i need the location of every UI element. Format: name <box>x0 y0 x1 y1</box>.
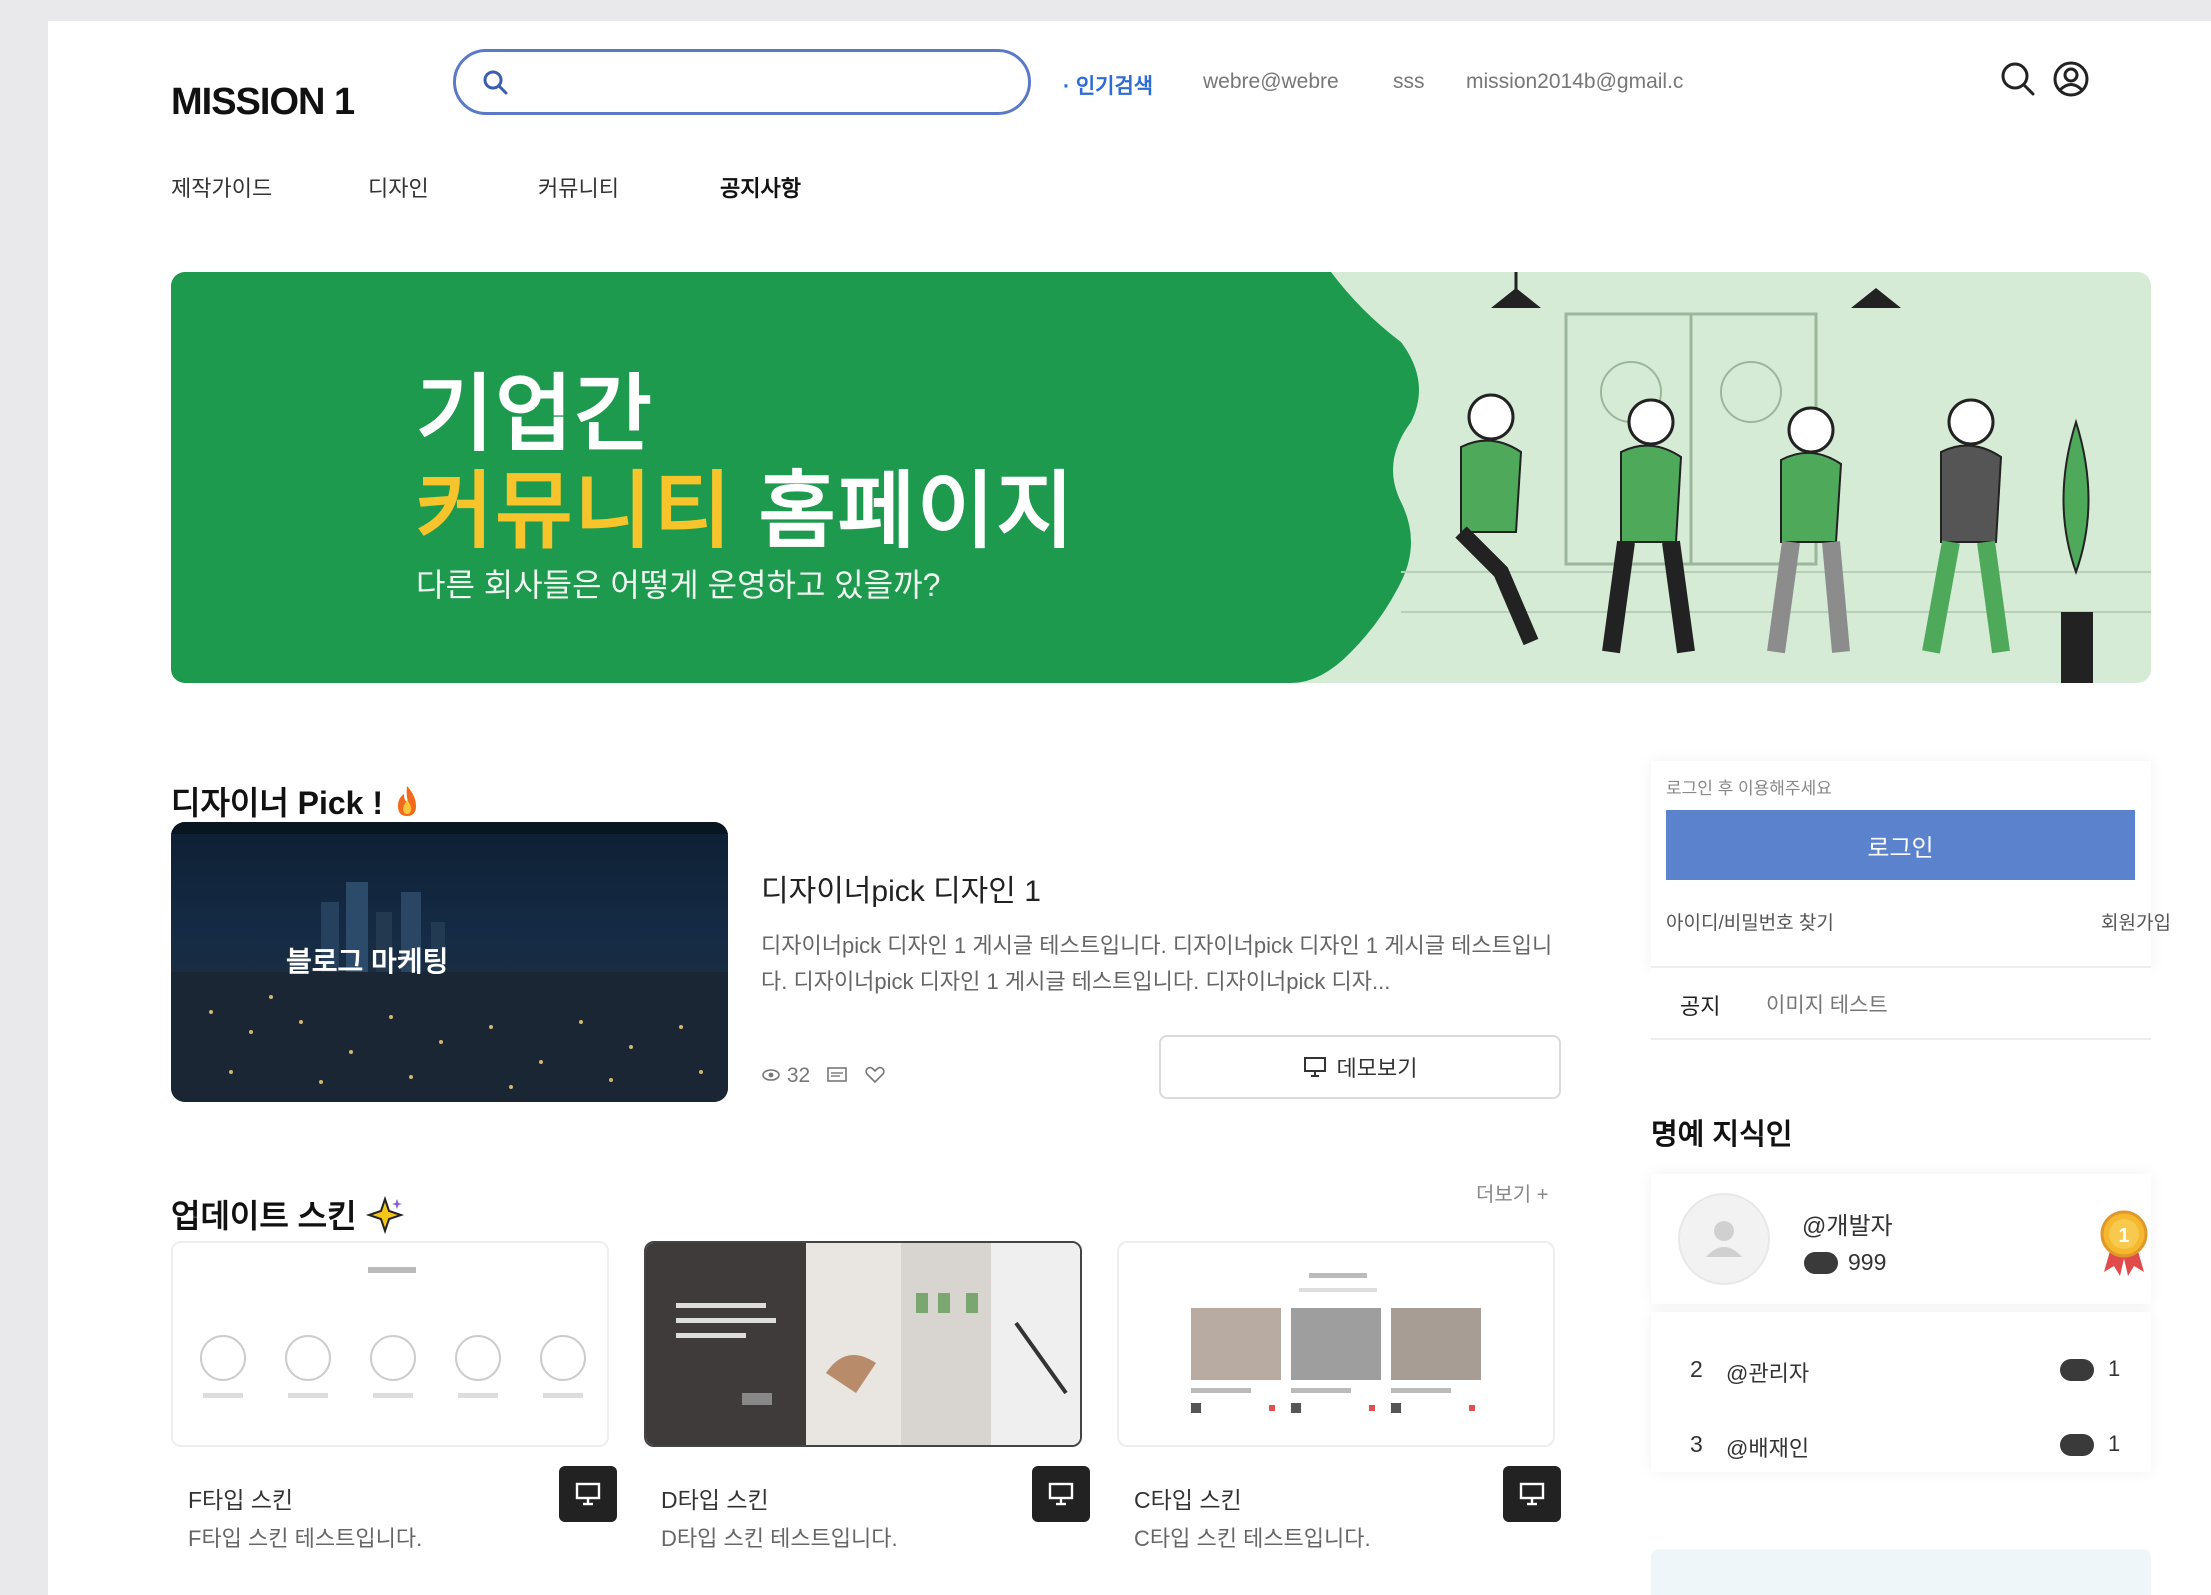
update-skin-title-text: 업데이트 스킨 <box>171 1198 357 1234</box>
svg-text:1: 1 <box>2118 1225 2129 1247</box>
notice-panel <box>1651 966 2151 1040</box>
fire-icon <box>397 786 416 816</box>
designer-pick-title-text: 디자이너 Pick ! <box>171 785 384 821</box>
demo-button[interactable]: 데모보기 <box>1159 1035 1561 1099</box>
rank-points: 1 <box>2108 1356 2121 1381</box>
skin-demo-button-c[interactable] <box>1503 1466 1561 1522</box>
designer-pick-title: 디자이너 Pick ! <box>171 778 422 824</box>
popular-search-label: · 인기검색 <box>1063 75 1154 98</box>
hall-of-fame-title: 명예 지식인 <box>1651 1119 1793 1151</box>
user-icon[interactable] <box>2051 59 2091 99</box>
comment-icon <box>827 1067 847 1082</box>
default-user-icon <box>1706 1221 1742 1257</box>
popular-term-3[interactable]: mission2014b@gmail.c <box>1466 70 1683 94</box>
city-night-image <box>171 822 728 1102</box>
popular-term-1[interactable]: webre@webre <box>1203 70 1339 94</box>
eye-icon <box>762 1069 780 1081</box>
skin-desc-d: D타입 스킨 테스트입니다. <box>661 1526 898 1551</box>
point-badge-icon <box>2060 1434 2094 1456</box>
nav-item-notice[interactable]: 공지사항 <box>720 171 801 203</box>
gold-medal-icon: 1 <box>2100 1210 2148 1276</box>
rank-points: 1 <box>2108 1431 2121 1456</box>
skin-preview-f <box>200 1267 586 1398</box>
first-rank-points: 999 <box>1848 1249 1887 1275</box>
sidebar-banner[interactable] <box>1651 1549 2151 1595</box>
nav-item-design[interactable]: 디자인 <box>368 171 429 203</box>
rank-name[interactable]: @배재인 <box>1726 1431 1809 1463</box>
skin-desc-c: C타입 스킨 테스트입니다. <box>1134 1526 1371 1551</box>
thumbnail-overlay-text: 블로그 마케팅 <box>286 946 449 977</box>
monitor-icon <box>1519 1482 1545 1506</box>
update-skin-title: 업데이트 스킨 <box>171 1191 405 1237</box>
monitor-icon <box>575 1482 601 1506</box>
sparkle-icon <box>366 1195 405 1235</box>
banner-title-line2: 커뮤니티 홈페이지 <box>416 444 1076 565</box>
rank-number: 3 <box>1690 1431 1703 1457</box>
monitor-icon <box>1303 1057 1326 1077</box>
banner-highlight: 커뮤니티 <box>416 464 734 558</box>
avatar <box>1678 1193 1770 1285</box>
pick-post-meta: 32 <box>761 1064 886 1088</box>
search-icon[interactable] <box>1998 59 2038 99</box>
join-link[interactable]: 회원가입 <box>2101 908 2171 935</box>
monitor-icon <box>1048 1482 1074 1506</box>
search-icon <box>483 70 508 95</box>
skin-thumbnail-c[interactable] <box>1117 1241 1555 1447</box>
skin-desc-f: F타입 스킨 테스트입니다. <box>188 1526 423 1551</box>
demo-button-label: 데모보기 <box>1336 1056 1418 1081</box>
banner-title-rest: 홈페이지 <box>733 464 1076 558</box>
pick-post-description: 디자이너pick 디자인 1 게시글 테스트입니다. 디자이너pick 디자인 … <box>761 933 1553 994</box>
search-bar[interactable] <box>453 49 1031 115</box>
first-rank-name[interactable]: @개발자 <box>1802 1206 1893 1241</box>
designer-pick-thumbnail[interactable]: 블로그 마케팅 <box>171 822 728 1102</box>
popular-term-2[interactable]: sss <box>1393 70 1425 94</box>
nav-item-guide[interactable]: 제작가이드 <box>171 171 272 203</box>
skin-thumbnail-d[interactable] <box>644 1241 1082 1447</box>
skin-thumbnail-f[interactable] <box>171 1241 609 1447</box>
skin-name-c[interactable]: C타입 스킨 <box>1134 1481 1242 1515</box>
skin-preview-c <box>1191 1273 1481 1413</box>
search-input[interactable] <box>522 64 1002 100</box>
skin-demo-button-d[interactable] <box>1032 1466 1090 1522</box>
rank-name[interactable]: @관리자 <box>1726 1356 1809 1388</box>
rank-number: 2 <box>1690 1356 1703 1382</box>
notice-title-link[interactable]: 이미지 테스트 <box>1766 989 1888 1019</box>
hero-banner[interactable]: 기업간 커뮤니티 홈페이지 다른 회사들은 어떻게 운영하고 있을까? <box>171 272 2151 683</box>
page-frame: MISSION 1 · 인기검색 webre@webre sss mission… <box>48 21 2211 1595</box>
heart-icon[interactable] <box>864 1065 886 1085</box>
notice-label: 공지 <box>1680 994 1721 1019</box>
pick-post-title[interactable]: 디자이너pick 디자인 1 <box>761 866 1041 910</box>
skin-name-d[interactable]: D타입 스킨 <box>661 1481 769 1515</box>
point-badge-icon <box>1804 1252 1838 1274</box>
login-button[interactable]: 로그인 <box>1666 810 2135 880</box>
skin-preview-d <box>646 1243 1080 1445</box>
skin-demo-button-f[interactable] <box>559 1466 617 1522</box>
site-logo[interactable]: MISSION 1 <box>171 81 355 124</box>
point-badge-icon <box>2060 1359 2094 1381</box>
login-hint: 로그인 후 이용해주세요 <box>1666 779 1832 798</box>
more-skins-link[interactable]: 더보기 + <box>1476 1178 1548 1207</box>
skin-name-f[interactable]: F타입 스킨 <box>188 1481 293 1515</box>
banner-subtitle: 다른 회사들은 어떻게 운영하고 있을까? <box>416 567 941 603</box>
nav-item-community[interactable]: 커뮤니티 <box>538 171 619 203</box>
view-count: 32 <box>786 1064 811 1087</box>
find-account-link[interactable]: 아이디/비밀번호 찾기 <box>1666 908 1834 935</box>
